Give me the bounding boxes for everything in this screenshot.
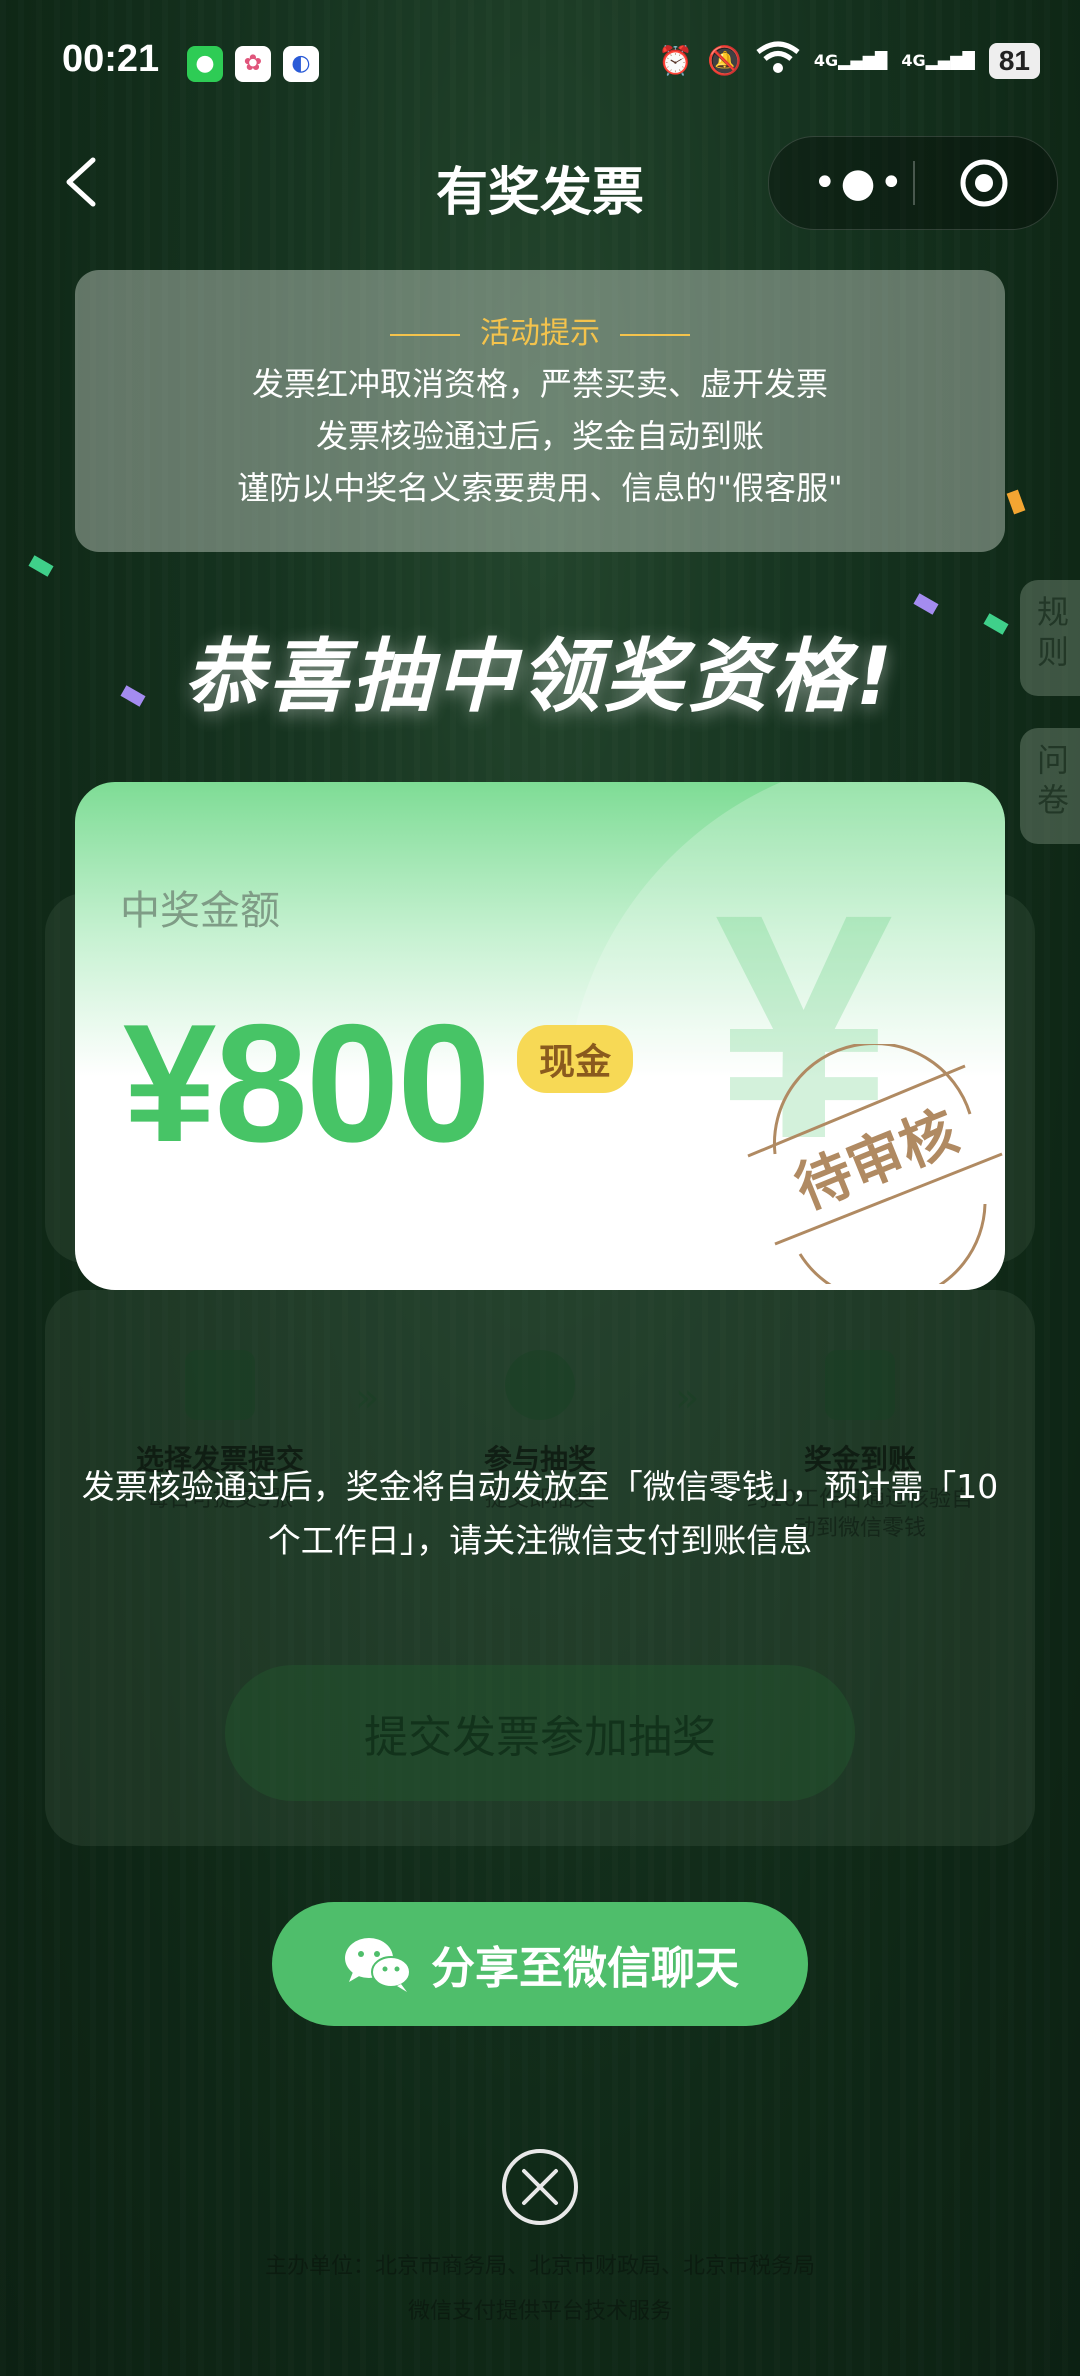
- signal-icon: 4G▂▄▆█: [901, 51, 975, 70]
- close-icon: [502, 2149, 578, 2225]
- prize-amount: ¥800: [123, 989, 491, 1177]
- status-icons: ⏰ 🔕 4G▂▄▆█ 4G▂▄▆█ 81: [658, 40, 1040, 81]
- prize-label: 中奖金额: [120, 888, 280, 934]
- status-time: 00:21: [62, 38, 160, 80]
- more-dots-icon[interactable]: •●•: [813, 163, 907, 203]
- survey-side-tab[interactable]: 问卷: [1020, 728, 1080, 844]
- target-circle-icon: [960, 159, 1008, 207]
- mute-icon: 🔕: [707, 44, 742, 77]
- notice-line: 发票红冲取消资格，严禁买卖、虚开发票: [251, 365, 828, 403]
- wechat-icon: [345, 1938, 411, 1992]
- browser-app-icon: ◐: [283, 46, 319, 82]
- prize-card: ¥ 中奖金额 ¥800 现金 待审核: [75, 782, 1005, 1290]
- notice-line: 谨防以中奖名义索要费用、信息的"假客服": [237, 469, 843, 507]
- congrats-headline: 恭喜抽中领奖资格!: [183, 630, 897, 723]
- cash-badge: 现金: [517, 1025, 634, 1093]
- wechat-app-icon: ●: [187, 46, 223, 82]
- signal-icon: 4G▂▄▆█: [813, 51, 888, 70]
- activity-notice: 活动提示 发票红冲取消资格，严禁买卖、虚开发票 发票核验通过后，奖金自动到账 谨…: [75, 270, 1005, 552]
- close-modal-button[interactable]: [500, 2147, 580, 2227]
- mini-program-capsule: •●•: [768, 136, 1058, 230]
- payout-info-text: 发票核验通过后，奖金将自动发放至「微信零钱」，预计需「10个工作日」，请关注微信…: [81, 1467, 999, 1560]
- alarm-icon: ⏰: [658, 44, 693, 77]
- battery-indicator: 81: [988, 42, 1040, 79]
- pending-review-stamp: 待审核: [747, 1044, 1003, 1284]
- notice-line: 发票核验通过后，奖金自动到账: [315, 417, 764, 455]
- wifi-icon: [756, 40, 800, 81]
- capsule-divider: [913, 161, 915, 205]
- close-mini-program-button[interactable]: [959, 158, 1009, 208]
- notice-title: 活动提示: [75, 308, 1005, 352]
- share-button-label: 分享至微信聊天: [431, 1943, 739, 1994]
- status-bar: 00:21 ● ✿ ◐ ⏰ 🔕 4G▂▄▆█ 4G▂▄▆█ 81: [0, 0, 1080, 120]
- share-to-wechat-button[interactable]: 分享至微信聊天: [272, 1902, 808, 2026]
- nav-bar: 有奖发票 •●•: [0, 130, 1080, 240]
- photos-app-icon: ✿: [235, 46, 271, 82]
